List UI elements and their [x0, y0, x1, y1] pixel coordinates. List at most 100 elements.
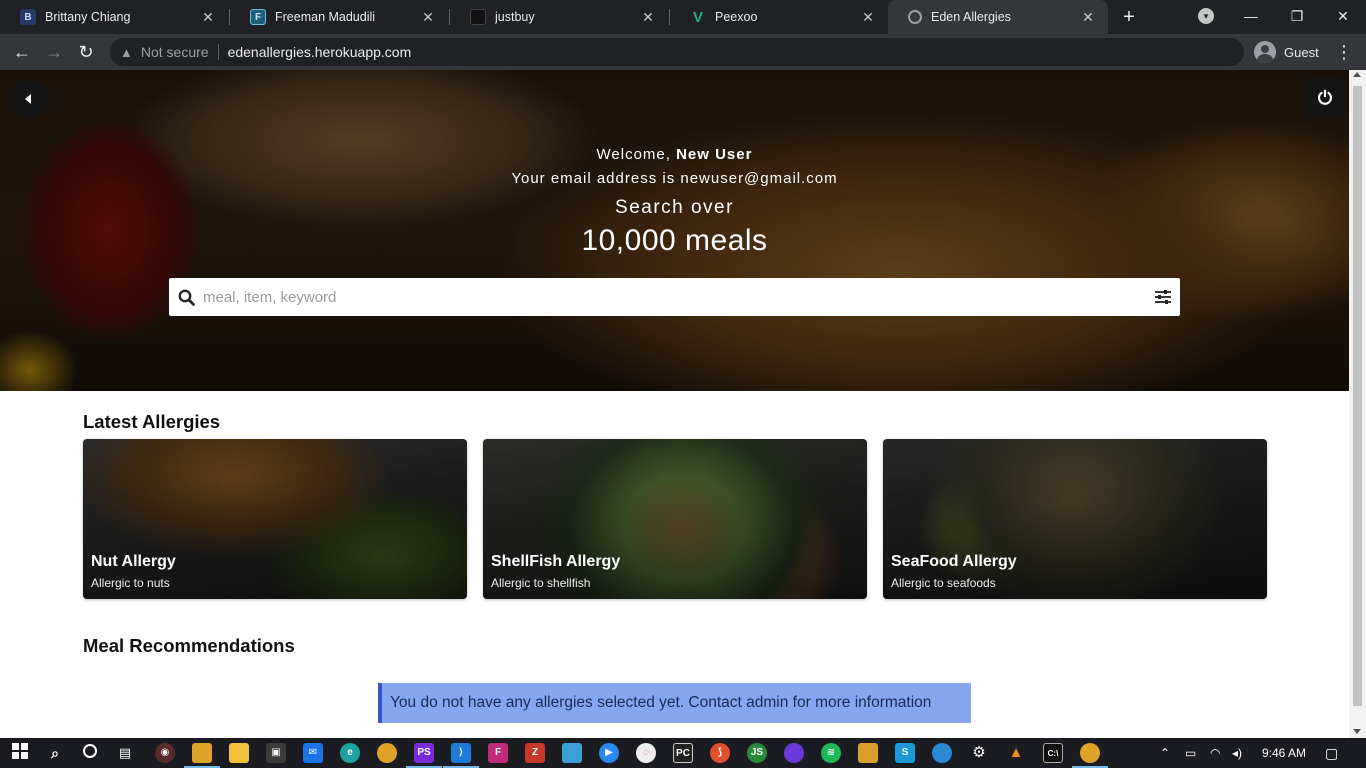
browser-tab[interactable]: V Peexoo ✕	[670, 0, 888, 34]
scroll-up-icon[interactable]	[1353, 72, 1361, 77]
chrome-active-icon[interactable]	[1072, 743, 1108, 768]
scroll-thumb[interactable]	[1353, 86, 1362, 706]
profile-button[interactable]: Guest	[1254, 39, 1319, 65]
tray-chevron-icon[interactable]: ⌃	[1160, 738, 1170, 768]
new-tab-button[interactable]: +	[1118, 6, 1140, 28]
chrome-icon[interactable]	[377, 743, 397, 763]
media-icon[interactable]: ◉	[155, 743, 175, 763]
terminal-icon[interactable]: C:\	[1043, 743, 1063, 763]
tab-title: justbuy	[495, 10, 535, 24]
clock[interactable]: 9:46 AM	[1262, 738, 1306, 768]
windows-taskbar: ⌕ ▤ ◉ ▣ ✉ e PS ⟩ F Z ▶ ◌ PC ⟆ JS ≋ S ⚙ ▲…	[0, 738, 1366, 768]
github-icon[interactable]	[784, 743, 804, 763]
reload-icon[interactable]: ↻	[74, 40, 98, 64]
card-title: ShellFish Allergy	[491, 553, 621, 570]
git-icon[interactable]: ⟆	[710, 743, 730, 763]
search-input[interactable]	[203, 288, 1146, 306]
app-icon[interactable]: ◌	[636, 743, 656, 763]
close-window-icon[interactable]: ✕	[1320, 0, 1366, 32]
globe-icon	[908, 10, 922, 24]
tab-title: Brittany Chiang	[45, 10, 131, 24]
latest-allergies-heading: Latest Allergies	[83, 411, 221, 432]
welcome-text: Welcome, New User	[0, 146, 1349, 163]
wifi-icon[interactable]: ◠	[1210, 738, 1220, 768]
notification-icon[interactable]: ▢	[1325, 738, 1338, 768]
vscode-icon[interactable]: ⟩	[443, 743, 479, 768]
close-tab-icon[interactable]: ✕	[420, 9, 436, 25]
card-subtitle: Allergic to nuts	[91, 576, 170, 590]
restore-icon[interactable]: ❐	[1274, 0, 1320, 32]
logout-power-icon[interactable]: ⏻	[1305, 78, 1345, 118]
store-icon[interactable]: ▣	[266, 743, 286, 763]
profile-name: Guest	[1284, 44, 1319, 60]
forward-arrow-icon[interactable]: →	[42, 40, 66, 64]
app-icon[interactable]	[858, 743, 878, 763]
start-icon[interactable]	[10, 743, 30, 763]
url-text[interactable]: edenallergies.herokuapp.com	[228, 44, 412, 60]
cortana-icon[interactable]	[80, 743, 100, 763]
file-explorer-icon[interactable]	[184, 743, 220, 768]
browser-tab[interactable]: F Freeman Madudili ✕	[230, 0, 448, 34]
spotify-icon[interactable]: ≋	[821, 743, 841, 763]
card-overlay	[883, 439, 1267, 599]
meal-count: 10,000 meals	[581, 224, 768, 257]
scroll-down-icon[interactable]	[1353, 729, 1361, 734]
back-arrow-icon[interactable]: ←	[10, 40, 34, 64]
filter-icon[interactable]	[1146, 290, 1180, 304]
browser-tab-strip: B Brittany Chiang ✕ F Freeman Madudili ✕…	[0, 0, 1366, 34]
search-over-label: Search over	[615, 197, 734, 218]
address-bar[interactable]: ▲ Not secure edenallergies.herokuapp.com	[110, 38, 1244, 66]
user-name: New User	[676, 146, 753, 163]
tab-search-icon[interactable]: ▾	[1198, 8, 1214, 24]
browser-tab[interactable]: B Brittany Chiang ✕	[0, 0, 228, 34]
search-icon	[169, 289, 203, 306]
zoom-icon[interactable]: ▶	[599, 743, 619, 763]
edge-icon[interactable]: e	[340, 743, 360, 763]
omnibox-divider	[217, 44, 219, 60]
no-allergies-alert: You do not have any allergies selected y…	[378, 683, 971, 723]
mail-icon[interactable]: ✉	[303, 743, 323, 763]
network-icon[interactable]: ▭	[1185, 738, 1196, 768]
settings-icon[interactable]: ⚙	[969, 743, 989, 763]
browser-tab[interactable]: justbuy ✕	[450, 0, 668, 34]
tab-favicon-icon: B	[20, 9, 36, 25]
app-icon[interactable]	[562, 743, 582, 763]
welcome-prefix: Welcome,	[596, 146, 677, 163]
allergy-card[interactable]: SeaFood Allergy Allergic to seafoods	[883, 439, 1267, 599]
minimize-icon[interactable]: —	[1228, 0, 1274, 32]
close-tab-icon[interactable]: ✕	[1080, 9, 1096, 25]
email-line: Your email address is newuser@gmail.com	[511, 170, 838, 187]
folder-icon[interactable]	[229, 743, 249, 763]
allergy-card[interactable]: Nut Allergy Allergic to nuts	[83, 439, 467, 599]
filezilla-icon[interactable]: Z	[525, 743, 545, 763]
tab-title: Peexoo	[715, 10, 758, 24]
search-bar	[169, 278, 1180, 316]
search-icon[interactable]: ⌕	[45, 743, 65, 763]
pycharm-icon[interactable]: PC	[673, 743, 693, 763]
close-tab-icon[interactable]: ✕	[860, 9, 876, 25]
security-label: Not secure	[140, 44, 209, 60]
meal-recommendations-heading: Meal Recommendations	[83, 635, 295, 656]
phpstorm-icon[interactable]: PS	[406, 743, 442, 768]
volume-icon[interactable]: ◂)	[1232, 738, 1242, 768]
collapse-button[interactable]	[10, 80, 48, 118]
skype-icon[interactable]: S	[895, 743, 915, 763]
hero-banner: ⏻ Welcome, New User Your email address i…	[0, 70, 1349, 391]
browser-tab-active[interactable]: Eden Allergies ✕	[888, 0, 1108, 34]
card-title: Nut Allergy	[91, 553, 176, 570]
task-view-icon[interactable]: ▤	[115, 743, 135, 763]
close-tab-icon[interactable]: ✕	[200, 9, 216, 25]
docker-icon[interactable]	[932, 743, 952, 763]
tab-title: Eden Allergies	[931, 10, 1011, 24]
allergy-card[interactable]: ShellFish Allergy Allergic to shellfish	[483, 439, 867, 599]
page-scrollbar[interactable]	[1349, 70, 1366, 738]
app-icon[interactable]: JS	[747, 743, 767, 763]
page-viewport: ⏻ Welcome, New User Your email address i…	[0, 70, 1366, 738]
menu-dots-icon[interactable]: ⋮	[1334, 40, 1354, 64]
tab-title: Freeman Madudili	[275, 10, 376, 24]
tab-favicon-icon: V	[692, 8, 703, 26]
figma-icon[interactable]: F	[488, 743, 508, 763]
bag-icon	[470, 9, 486, 25]
close-tab-icon[interactable]: ✕	[640, 9, 656, 25]
vlc-icon[interactable]: ▲	[1006, 743, 1026, 763]
